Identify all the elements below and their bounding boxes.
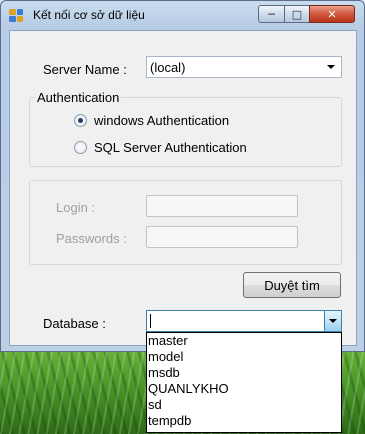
login-label: Login : bbox=[56, 200, 96, 215]
sql-auth-label[interactable]: SQL Server Authentication bbox=[94, 140, 247, 155]
database-combobox[interactable] bbox=[146, 310, 342, 332]
browse-button-label: Duyệt tìm bbox=[264, 277, 320, 293]
close-button[interactable]: ✕ bbox=[309, 5, 355, 23]
windows-auth-label[interactable]: windows Authentication bbox=[94, 113, 229, 128]
dropdown-item-model[interactable]: model bbox=[147, 349, 341, 365]
credentials-group bbox=[29, 180, 342, 265]
sql-auth-radio[interactable] bbox=[74, 141, 87, 154]
dropdown-item-sd[interactable]: sd bbox=[147, 397, 341, 413]
minimize-icon: ─ bbox=[268, 7, 275, 21]
authentication-group bbox=[29, 97, 342, 167]
dropdown-arrow-button[interactable] bbox=[324, 311, 341, 331]
database-label: Database : bbox=[43, 316, 106, 331]
browse-button[interactable]: Duyệt tìm bbox=[243, 272, 341, 298]
connection-dialog: Kết nối cơ sở dữ liệu ─ □ ✕ Server Name … bbox=[0, 0, 365, 352]
dropdown-item-msdb[interactable]: msdb bbox=[147, 365, 341, 381]
database-dropdown-list: master model msdb QUANLYKHO sd tempdb bbox=[146, 332, 342, 433]
app-icon bbox=[9, 9, 23, 22]
server-name-value: (local) bbox=[150, 59, 186, 75]
window-title: Kết nối cơ sở dữ liệu bbox=[33, 8, 145, 22]
dialog-client-area: Server Name : (local) Authentication win… bbox=[9, 30, 357, 346]
login-input[interactable] bbox=[146, 195, 298, 217]
text-caret bbox=[150, 314, 151, 328]
maximize-icon: □ bbox=[291, 7, 303, 21]
password-label: Passwords : bbox=[56, 231, 127, 246]
dropdown-item-tempdb[interactable]: tempdb bbox=[147, 413, 341, 429]
minimize-button[interactable]: ─ bbox=[258, 5, 285, 23]
password-input[interactable] bbox=[146, 226, 298, 248]
dropdown-item-master[interactable]: master bbox=[147, 333, 341, 349]
chevron-down-icon[interactable] bbox=[327, 65, 335, 69]
windows-auth-radio[interactable] bbox=[74, 114, 87, 127]
maximize-button[interactable]: □ bbox=[284, 5, 310, 23]
server-name-label: Server Name : bbox=[43, 62, 127, 77]
close-icon: ✕ bbox=[327, 7, 337, 21]
title-bar[interactable]: Kết nối cơ sở dữ liệu ─ □ ✕ bbox=[1, 1, 364, 29]
authentication-group-title: Authentication bbox=[35, 90, 122, 105]
server-name-combobox[interactable]: (local) bbox=[146, 56, 342, 78]
dropdown-item-quanlykho[interactable]: QUANLYKHO bbox=[147, 381, 341, 397]
